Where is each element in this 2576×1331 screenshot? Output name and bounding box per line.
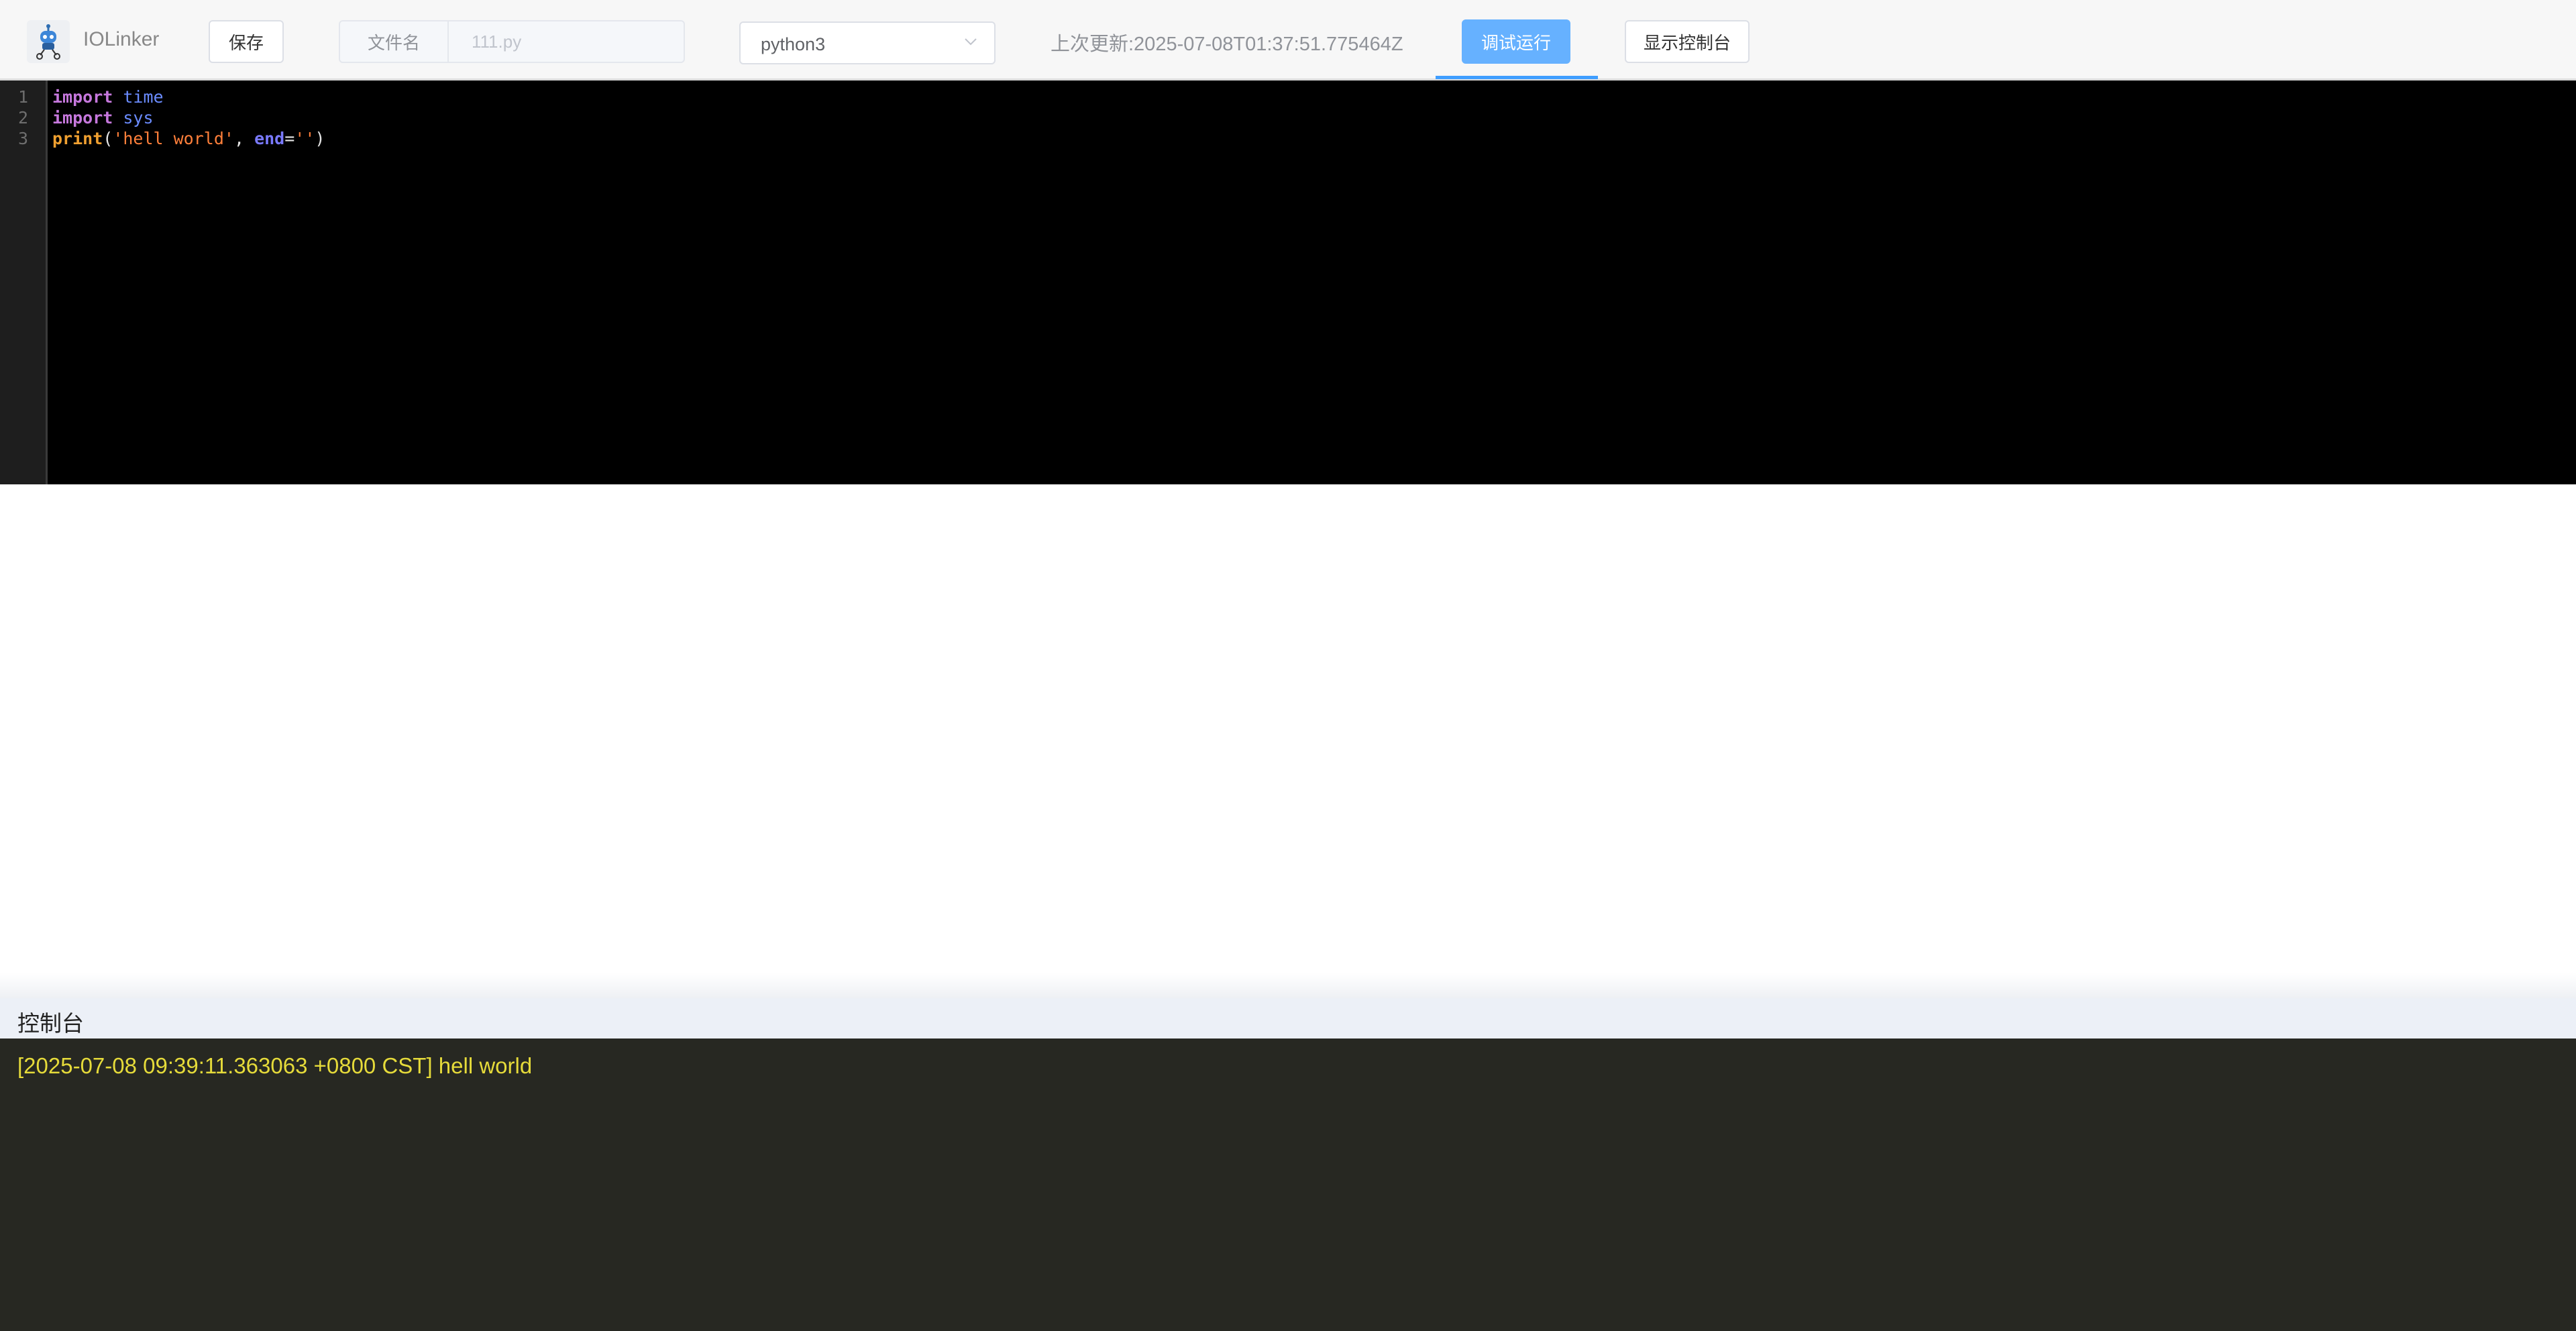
debug-run-button[interactable]: 调试运行 bbox=[1462, 19, 1570, 64]
code-token: 'hell world' bbox=[113, 129, 234, 148]
console-header: 控制台 bbox=[0, 998, 2576, 1039]
last-update-text: 上次更新:2025-07-08T01:37:51.775464Z bbox=[1051, 34, 1403, 55]
language-select[interactable]: python3 bbox=[739, 21, 996, 64]
filename-label: 文件名 bbox=[340, 21, 449, 62]
line-number: 1 bbox=[17, 87, 28, 107]
code-editor[interactable]: 1 2 3 import time import sys print('hell… bbox=[0, 81, 2576, 484]
code-token: , bbox=[233, 129, 255, 148]
console-output: [2025-07-08 09:39:11.363063 +0800 CST] h… bbox=[0, 1039, 2576, 1331]
code-token: end bbox=[254, 129, 285, 148]
code-token: time bbox=[123, 87, 164, 107]
line-number: 3 bbox=[17, 129, 28, 148]
save-button[interactable]: 保存 bbox=[209, 20, 284, 63]
code-line[interactable]: import time bbox=[52, 87, 164, 107]
toolbar: IOLinker 保存 文件名 python3 上次更新:2025-07-08T… bbox=[0, 0, 2576, 81]
code-token: ) bbox=[315, 129, 325, 148]
code-token: '' bbox=[294, 129, 315, 148]
active-tab-indicator bbox=[1436, 76, 1598, 79]
console-log-line: [2025-07-08 09:39:11.363063 +0800 CST] h… bbox=[17, 1053, 533, 1078]
show-console-button[interactable]: 显示控制台 bbox=[1625, 20, 1750, 63]
code-token: sys bbox=[123, 108, 154, 127]
code-token: ( bbox=[103, 129, 113, 148]
filename-input[interactable] bbox=[449, 21, 684, 62]
code-line[interactable]: print('hell world', end='') bbox=[52, 128, 325, 149]
line-number: 2 bbox=[17, 108, 28, 127]
chevron-down-icon bbox=[962, 32, 979, 50]
code-token: = bbox=[284, 129, 295, 148]
code-token: import bbox=[52, 108, 113, 127]
robot-logo-icon bbox=[27, 20, 70, 63]
console-divider bbox=[0, 973, 2576, 998]
line-number-gutter: 1 2 3 bbox=[0, 81, 48, 484]
code-token: print bbox=[52, 129, 103, 148]
code-line[interactable]: import sys bbox=[52, 107, 154, 128]
filename-field-group: 文件名 bbox=[339, 20, 685, 63]
code-token: import bbox=[52, 87, 113, 107]
console-title: 控制台 bbox=[17, 1011, 84, 1036]
app-name: IOLinker bbox=[83, 28, 160, 50]
language-select-value: python3 bbox=[761, 34, 826, 54]
